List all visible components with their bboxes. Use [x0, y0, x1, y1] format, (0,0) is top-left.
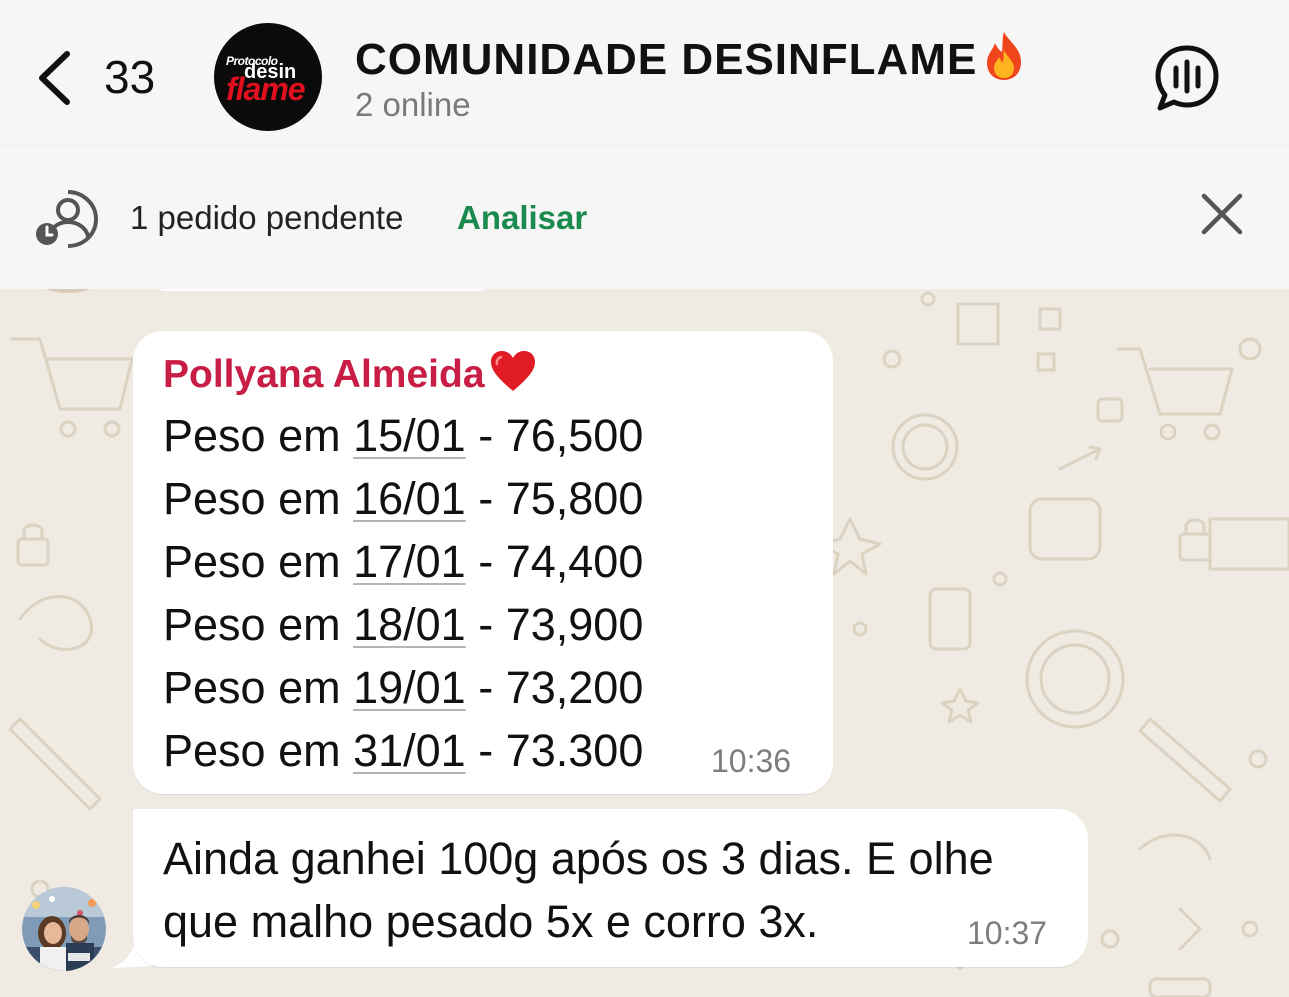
message-bubble[interactable]: Ainda ganhei 100g após os 3 dias. E olhe… — [133, 809, 1088, 967]
sender-name-text: Pollyana Almeida — [163, 353, 485, 396]
logo-text-flame: flame — [226, 71, 306, 107]
pending-request-icon — [36, 190, 99, 248]
group-title-text: COMUNIDADE DESINFLAME — [355, 35, 978, 84]
weight-line: Peso em 19/01 - 73,200 — [163, 662, 644, 713]
pending-request-text: 1 pedido pendente — [130, 199, 404, 236]
previous-message-stub — [150, 289, 495, 291]
voice-chat-icon[interactable] — [1152, 44, 1222, 112]
date-link[interactable]: 17/01 — [353, 536, 466, 587]
message-time: 10:37 — [967, 915, 1048, 951]
date-link[interactable]: 16/01 — [353, 473, 466, 524]
group-title[interactable]: COMUNIDADE DESINFLAME — [355, 30, 1027, 85]
sender-name[interactable]: Pollyana Almeida — [163, 349, 537, 397]
weight-line: Peso em 17/01 - 74,400 — [163, 536, 644, 587]
close-icon[interactable] — [1200, 192, 1244, 236]
message-bubble[interactable]: Pollyana Almeida Peso em 15/01 - 76,500 … — [133, 331, 833, 794]
sender-avatar[interactable] — [22, 887, 106, 971]
chat-area[interactable]: Pollyana Almeida Peso em 15/01 - 76,500 … — [0, 289, 1289, 997]
chat-header: 33 Protocolo desin flame COMUNIDADE DESI… — [0, 0, 1289, 145]
group-avatar[interactable]: Protocolo desin flame — [214, 23, 322, 131]
back-chevron-icon[interactable] — [34, 48, 74, 108]
date-link[interactable]: 19/01 — [353, 662, 466, 713]
weight-line: Peso em 15/01 - 76,500 — [163, 410, 644, 461]
heart-emoji-icon — [490, 351, 535, 391]
weight-line: Peso em 31/01 - 73.300 — [163, 725, 644, 776]
review-requests-link[interactable]: Analisar — [457, 199, 587, 237]
pending-request-bar: 1 pedido pendente Analisar — [0, 145, 1289, 289]
group-status: 2 online — [355, 86, 471, 123]
message-time: 10:36 — [711, 743, 792, 779]
message-text: Peso em 15/01 - 76,500 Peso em 16/01 - 7… — [163, 404, 643, 782]
date-link[interactable]: 18/01 — [353, 599, 466, 650]
fire-emoji-icon — [987, 32, 1022, 80]
message-text: Ainda ganhei 100g após os 3 dias. E olhe… — [163, 833, 994, 947]
weight-line: Peso em 16/01 - 75,800 — [163, 473, 644, 524]
date-link[interactable]: 31/01 — [353, 725, 466, 776]
date-link[interactable]: 15/01 — [353, 410, 466, 461]
weight-line: Peso em 18/01 - 73,900 — [163, 599, 644, 650]
unread-count[interactable]: 33 — [104, 50, 155, 104]
